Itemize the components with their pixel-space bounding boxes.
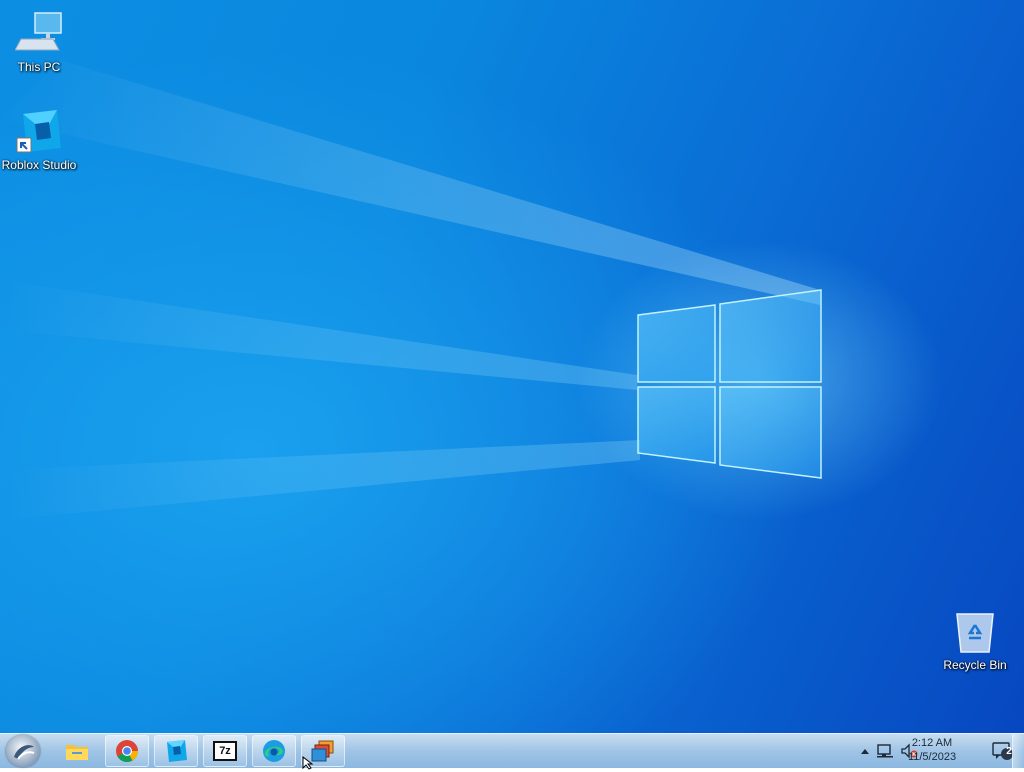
roblox-studio-label: Roblox Studio	[1, 158, 77, 172]
desktop[interactable]: This PC Roblox Studio Recycle Bin	[0, 0, 1024, 733]
start-button[interactable]	[6, 735, 40, 767]
start-orb-icon	[14, 745, 35, 760]
7zip-icon: 7z	[213, 741, 237, 761]
roblox-studio-icon	[167, 740, 187, 762]
recycle-bin-label: Recycle Bin	[943, 658, 1007, 672]
recycle-bin-icon	[951, 608, 999, 656]
windows-logo	[637, 289, 822, 479]
taskbar-edge[interactable]	[252, 735, 296, 767]
show-desktop-button[interactable]	[1012, 734, 1024, 768]
wallpaper-light-beams	[0, 60, 820, 520]
clock-date: 11/5/2023	[907, 751, 957, 763]
this-pc-shortcut[interactable]: This PC	[0, 10, 78, 74]
taskbar-file-explorer[interactable]	[55, 735, 99, 767]
roblox-studio-shortcut[interactable]: Roblox Studio	[0, 108, 78, 172]
recycle-bin-shortcut[interactable]: Recycle Bin	[936, 608, 1014, 672]
this-pc-label: This PC	[17, 60, 61, 74]
7zip-icon-text: 7z	[219, 745, 231, 757]
computer-icon	[14, 10, 63, 58]
network-icon	[877, 744, 893, 758]
clock[interactable]: 2:12 AM 11/5/2023	[902, 736, 962, 764]
system-tray: 2:12 AM 11/5/2023 2	[824, 734, 1024, 768]
chevron-up-icon	[861, 749, 869, 754]
taskbar-roblox-studio[interactable]	[154, 735, 198, 767]
clock-time: 2:12 AM	[911, 737, 953, 749]
network-status[interactable]	[874, 734, 896, 768]
show-hidden-icons-button[interactable]	[858, 734, 872, 768]
file-explorer-icon	[66, 745, 88, 760]
edge-icon	[263, 740, 285, 762]
chrome-icon	[116, 740, 138, 762]
taskbar-chrome[interactable]	[105, 735, 149, 767]
roblox-studio-icon	[15, 108, 63, 156]
taskbar: 7z 2:12 AM 11/5/2023 2	[0, 733, 1024, 770]
taskbar-7zip[interactable]: 7z	[203, 735, 247, 767]
